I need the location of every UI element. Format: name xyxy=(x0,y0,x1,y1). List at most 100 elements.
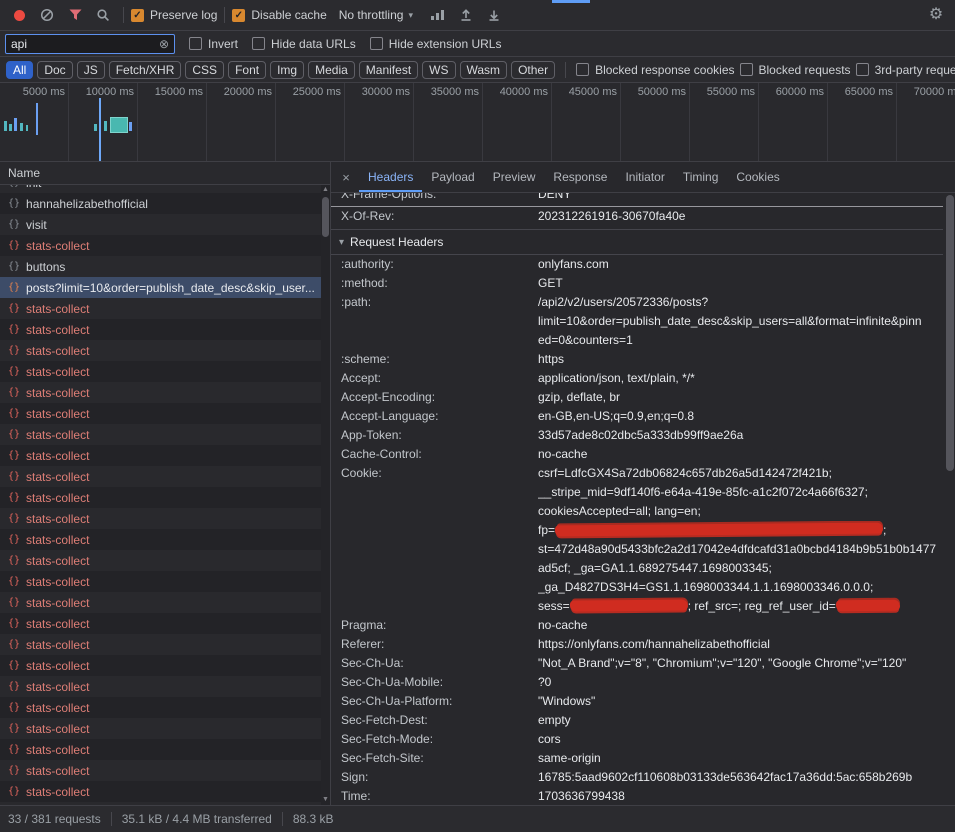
type-chip-all[interactable]: All xyxy=(6,61,33,79)
blocked-response-cookies-checkbox[interactable]: Blocked response cookies xyxy=(576,63,734,77)
disable-cache-checkbox[interactable]: ✓ Disable cache xyxy=(232,8,326,22)
close-details-icon[interactable]: × xyxy=(333,170,359,185)
type-chip-media[interactable]: Media xyxy=(308,61,355,79)
filter-input[interactable]: api ⊗ xyxy=(5,34,175,54)
request-row[interactable]: {}stats-collect xyxy=(0,718,330,739)
type-chip-img[interactable]: Img xyxy=(270,61,304,79)
checkbox-unchecked-icon xyxy=(740,63,753,76)
third-party-requests-label: 3rd-party requests xyxy=(875,63,955,77)
settings-button[interactable]: ⚙ xyxy=(923,3,949,27)
request-row[interactable]: {}stats-collect xyxy=(0,592,330,613)
hide-extension-urls-checkbox[interactable]: Hide extension URLs xyxy=(370,37,502,51)
request-name: stats-collect xyxy=(26,764,89,778)
type-chip-css[interactable]: CSS xyxy=(185,61,224,79)
request-row[interactable]: {}stats-collect xyxy=(0,613,330,634)
tab-cookies[interactable]: Cookies xyxy=(727,163,788,192)
preserve-log-checkbox[interactable]: ✓ Preserve log xyxy=(131,8,217,22)
filter-input-value: api xyxy=(11,37,155,51)
request-row[interactable]: {}stats-collect xyxy=(0,319,330,340)
request-row[interactable]: {}stats-collect xyxy=(0,424,330,445)
request-row[interactable]: {}visit xyxy=(0,214,330,235)
request-name: stats-collect xyxy=(26,680,89,694)
type-chip-js[interactable]: JS xyxy=(77,61,105,79)
request-row[interactable]: {}stats-collect xyxy=(0,361,330,382)
import-har-button[interactable] xyxy=(453,3,479,27)
request-row[interactable]: {}stats-collect xyxy=(0,781,330,802)
tab-headers[interactable]: Headers xyxy=(359,163,422,192)
hide-data-urls-checkbox[interactable]: Hide data URLs xyxy=(252,37,356,51)
type-chip-manifest[interactable]: Manifest xyxy=(359,61,418,79)
request-row[interactable]: {}stats-collect xyxy=(0,340,330,361)
type-chip-ws[interactable]: WS xyxy=(422,61,455,79)
clear-button[interactable] xyxy=(34,3,60,27)
request-row[interactable]: {}stats-collect xyxy=(0,508,330,529)
requests-panel: Name {}init{}hannahelizabethofficial{}vi… xyxy=(0,162,331,805)
blocked-requests-checkbox[interactable]: Blocked requests xyxy=(740,63,851,77)
type-chip-font[interactable]: Font xyxy=(228,61,266,79)
request-row[interactable]: {}stats-collect xyxy=(0,634,330,655)
request-row[interactable]: {}stats-collect xyxy=(0,235,330,256)
search-button[interactable] xyxy=(90,3,116,27)
request-row[interactable]: {}stats-collect xyxy=(0,466,330,487)
braces-icon: {} xyxy=(8,513,20,524)
section-header[interactable]: ▾Request Headers xyxy=(331,229,943,255)
request-row[interactable]: {}stats-collect xyxy=(0,403,330,424)
request-row[interactable]: {}stats-collect xyxy=(0,739,330,760)
tab-payload[interactable]: Payload xyxy=(422,163,483,192)
invert-label: Invert xyxy=(208,37,238,51)
request-row[interactable]: {}stats-collect xyxy=(0,445,330,466)
request-row[interactable]: {}stats-collect xyxy=(0,571,330,592)
clear-filter-icon[interactable]: ⊗ xyxy=(159,38,169,50)
checkbox-checked-icon: ✓ xyxy=(232,9,245,22)
header-row: Referer:https://onlyfans.com/hannaheliza… xyxy=(331,635,943,654)
request-row[interactable]: {}buttons xyxy=(0,256,330,277)
type-chip-wasm[interactable]: Wasm xyxy=(460,61,508,79)
timeline-overview[interactable]: 5000 ms10000 ms15000 ms20000 ms25000 ms3… xyxy=(0,83,955,162)
tab-preview[interactable]: Preview xyxy=(484,163,545,192)
scrollbar-track[interactable] xyxy=(321,195,330,795)
request-row[interactable]: {}stats-collect xyxy=(0,655,330,676)
name-column-header[interactable]: Name xyxy=(0,162,330,185)
request-row[interactable]: {}stats-collect xyxy=(0,382,330,403)
request-row[interactable]: {}stats-collect xyxy=(0,676,330,697)
request-row[interactable]: {}stats-collect xyxy=(0,697,330,718)
type-filter-bar: AllDoc JSFetch/XHRCSSFontImgMediaManifest… xyxy=(0,57,955,83)
request-row[interactable]: {}stats-collect xyxy=(0,760,330,781)
request-row[interactable]: {}stats-collect xyxy=(0,298,330,319)
request-row[interactable]: {}stats-collect xyxy=(0,487,330,508)
network-toolbar: ✓ Preserve log ✓ Disable cache No thrott… xyxy=(0,0,955,31)
details-scrollbar[interactable] xyxy=(945,193,955,805)
type-chip-doc[interactable]: Doc xyxy=(37,61,72,79)
scroll-down-icon[interactable]: ▼ xyxy=(322,795,329,805)
header-name: :path: xyxy=(341,293,538,350)
record-button[interactable] xyxy=(6,3,32,27)
waterfall-bar xyxy=(26,125,28,131)
request-row[interactable]: {}stats-collect xyxy=(0,802,330,805)
transferred-size: 35.1 kB / 4.4 MB transferred xyxy=(122,812,272,826)
invert-checkbox[interactable]: Invert xyxy=(189,37,238,51)
scroll-up-icon[interactable]: ▲ xyxy=(322,185,329,195)
tab-timing[interactable]: Timing xyxy=(674,163,728,192)
tab-initiator[interactable]: Initiator xyxy=(616,163,673,192)
request-row[interactable]: {}init xyxy=(0,185,330,193)
preserve-log-label: Preserve log xyxy=(150,8,217,22)
scrollbar-thumb[interactable] xyxy=(946,195,954,471)
tab-response[interactable]: Response xyxy=(544,163,616,192)
scrollbar-thumb[interactable] xyxy=(322,197,329,237)
throttling-select[interactable]: No throttling ▾ xyxy=(339,8,413,22)
header-name: Cookie: xyxy=(341,464,538,616)
request-row[interactable]: {}stats-collect xyxy=(0,529,330,550)
request-row[interactable]: {}stats-collect xyxy=(0,550,330,571)
third-party-requests-checkbox[interactable]: 3rd-party requests xyxy=(856,63,955,77)
request-row[interactable]: {}posts?limit=10&order=publish_date_desc… xyxy=(0,277,330,298)
type-chip-fetch-xhr[interactable]: Fetch/XHR xyxy=(109,61,182,79)
export-har-button[interactable] xyxy=(481,3,507,27)
waterfall-bar xyxy=(104,121,107,131)
network-conditions-button[interactable] xyxy=(425,3,451,27)
request-row[interactable]: {}hannahelizabethofficial xyxy=(0,193,330,214)
resources-size: 88.3 kB xyxy=(293,812,334,826)
type-chip-other[interactable]: Other xyxy=(511,61,555,79)
filter-button[interactable] xyxy=(62,3,88,27)
request-name: stats-collect xyxy=(26,302,89,316)
requests-scrollbar[interactable]: ▲ ▼ xyxy=(321,185,330,805)
